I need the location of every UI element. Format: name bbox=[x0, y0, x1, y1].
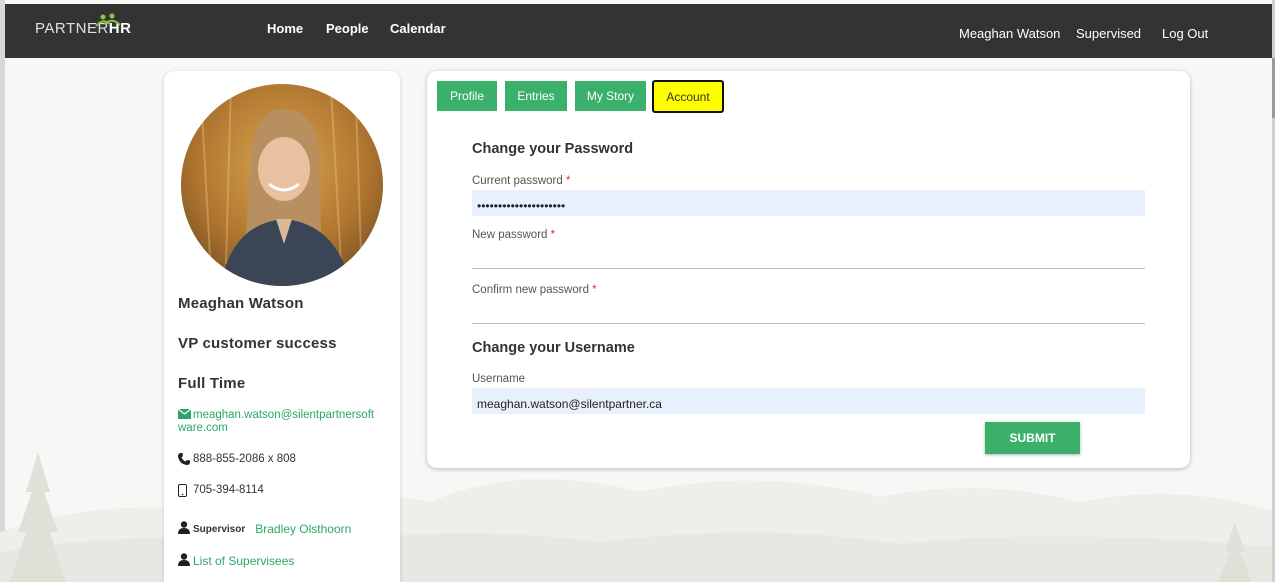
required-mark: * bbox=[592, 284, 597, 296]
new-password-label: New password * bbox=[472, 229, 556, 241]
nav-supervised[interactable]: Supervised bbox=[1076, 26, 1141, 41]
profile-mobile: 705-394-8114 bbox=[178, 484, 264, 500]
current-password-label: Current password * bbox=[472, 175, 571, 187]
new-password-input[interactable] bbox=[472, 245, 1145, 269]
nav-calendar[interactable]: Calendar bbox=[390, 21, 446, 36]
person-icon bbox=[178, 553, 193, 569]
profile-supervisees[interactable]: List of Supervisees bbox=[178, 553, 294, 569]
profile-name: Meaghan Watson bbox=[178, 295, 304, 312]
mobile-number: 705-394-8114 bbox=[193, 484, 264, 496]
tab-entries[interactable]: Entries bbox=[505, 81, 567, 111]
username-label: Username bbox=[472, 373, 526, 385]
confirm-password-label: Confirm new password * bbox=[472, 284, 597, 296]
profile-supervisor: Supervisor Bradley Olsthoorn bbox=[178, 521, 351, 537]
required-mark: * bbox=[565, 175, 571, 187]
person-icon bbox=[178, 521, 193, 537]
supervisor-link[interactable]: Bradley Olsthoorn bbox=[255, 522, 351, 536]
top-nav-bar: PARTNERHR Home People Calendar Meaghan W… bbox=[5, 4, 1273, 58]
mobile-icon bbox=[178, 484, 193, 500]
profile-phone: 888-855-2086 x 808 bbox=[178, 453, 296, 468]
phone-icon bbox=[178, 453, 193, 468]
required-mark: * bbox=[550, 229, 556, 241]
confirm-password-input[interactable] bbox=[472, 300, 1145, 324]
profile-employment-type: Full Time bbox=[178, 375, 246, 392]
nav-logout[interactable]: Log Out bbox=[1162, 26, 1208, 41]
email-line-2[interactable]: ware.com bbox=[178, 422, 228, 434]
supervisor-label: Supervisor bbox=[193, 523, 246, 535]
profile-card: Meaghan Watson VP customer success Full … bbox=[164, 71, 400, 582]
phone-number: 888-855-2086 x 808 bbox=[193, 453, 296, 465]
avatar bbox=[181, 84, 383, 286]
envelope-icon bbox=[177, 408, 193, 422]
nav-people[interactable]: People bbox=[326, 21, 369, 36]
current-password-input[interactable] bbox=[472, 190, 1145, 216]
change-username-title: Change your Username bbox=[472, 340, 635, 356]
logo-people-icon bbox=[95, 13, 121, 27]
email-line-1[interactable]: meaghan.watson@silentpartnersoft bbox=[193, 409, 374, 421]
nav-home[interactable]: Home bbox=[267, 21, 303, 36]
supervisees-link[interactable]: List of Supervisees bbox=[193, 554, 294, 568]
nav-user-name[interactable]: Meaghan Watson bbox=[959, 26, 1060, 41]
submit-button[interactable]: SUBMIT bbox=[985, 422, 1080, 454]
profile-email[interactable]: meaghan.watson@silentpartnersoft ware.co… bbox=[177, 408, 374, 435]
profile-job-title: VP customer success bbox=[178, 335, 337, 352]
tab-my-story[interactable]: My Story bbox=[575, 81, 646, 111]
tab-profile[interactable]: Profile bbox=[437, 81, 497, 111]
username-input[interactable] bbox=[472, 388, 1145, 414]
change-password-title: Change your Password bbox=[472, 141, 634, 157]
account-panel: Profile Entries My Story Account Change … bbox=[427, 71, 1190, 468]
tab-account[interactable]: Account bbox=[652, 80, 724, 113]
